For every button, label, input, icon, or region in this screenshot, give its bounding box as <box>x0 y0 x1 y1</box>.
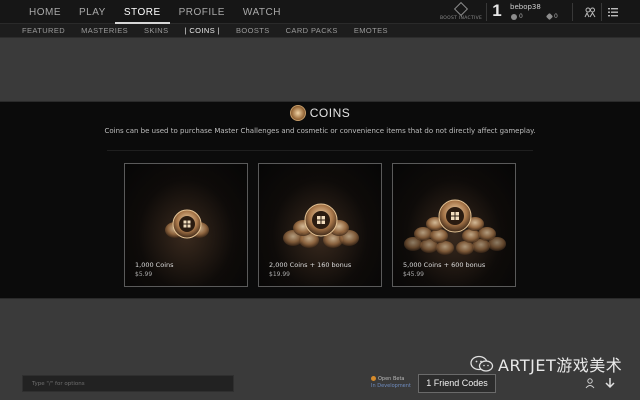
product-name: 2,000 Coins + 160 bonus <box>269 261 352 269</box>
boost-label: BOOST INACTIVE <box>440 16 483 21</box>
divider <box>107 150 533 151</box>
section-header: COINS <box>0 105 640 121</box>
divider <box>572 3 573 21</box>
wechat-logo-icon <box>470 355 494 372</box>
beta-title: Open Beta <box>378 376 405 382</box>
coin-stack-medium-icon <box>283 203 359 248</box>
tab-boosts[interactable]: BOOSTS <box>228 24 278 38</box>
tab-coins[interactable]: | COINS | <box>177 24 228 38</box>
watermark-text: ARTJET游戏美术 <box>498 356 623 375</box>
currency-a: 0 <box>511 13 523 20</box>
tab-masteries[interactable]: MASTERIES <box>73 24 136 38</box>
coin-icon <box>289 105 306 121</box>
section-description: Coins can be used to purchase Master Cha… <box>104 127 536 135</box>
nav-store[interactable]: STORE <box>114 0 170 24</box>
divider <box>486 3 487 21</box>
section-title: COINS <box>309 106 351 120</box>
coins-store-panel: COINS Coins can be used to purchase Mast… <box>0 101 640 299</box>
product-price: $19.99 <box>269 271 290 278</box>
beta-notice: Open Beta In Development <box>371 376 411 390</box>
menu-list-icon[interactable] <box>607 6 619 18</box>
store-sub-navigation: FEATURED MASTERIES SKINS | COINS | BOOST… <box>0 24 640 38</box>
product-price: $5.99 <box>135 271 153 278</box>
main-nav: HOME PLAY STORE PROFILE WATCH <box>20 0 290 24</box>
store-tabs: FEATURED MASTERIES SKINS | COINS | BOOST… <box>14 24 396 38</box>
watermark: ARTJET游戏美术 <box>470 352 622 376</box>
currency-a-value: 0 <box>519 13 523 20</box>
alert-icon <box>371 376 376 381</box>
product-name: 5,000 Coins + 600 bonus <box>403 261 486 269</box>
tab-featured[interactable]: FEATURED <box>14 24 73 38</box>
nav-profile[interactable]: PROFILE <box>170 0 234 24</box>
chat-input[interactable]: Type "/" for options <box>22 375 234 392</box>
currency-b-value: 0 <box>554 13 558 20</box>
gem-currency-icon <box>545 12 554 21</box>
product-price: $45.99 <box>403 271 424 278</box>
coin-stack-large-icon <box>404 199 506 255</box>
nav-play[interactable]: PLAY <box>70 0 115 24</box>
boost-icon <box>453 1 469 17</box>
beta-subtitle[interactable]: In Development <box>371 383 411 390</box>
currency-b: 0 <box>545 12 558 21</box>
tab-emotes[interactable]: EMOTES <box>346 24 396 38</box>
product-card-2000-coins[interactable]: 2,000 Coins + 160 bonus $19.99 <box>258 163 382 287</box>
boost-status[interactable]: BOOST INACTIVE <box>440 1 483 22</box>
product-card-5000-coins[interactable]: 5,000 Coins + 600 bonus $45.99 <box>392 163 516 287</box>
arrow-down-icon[interactable] <box>604 377 616 389</box>
coin-stack-small-icon <box>165 209 209 239</box>
nav-watch[interactable]: WATCH <box>234 0 290 24</box>
friends-icon[interactable] <box>584 6 596 18</box>
product-name: 1,000 Coins <box>135 261 174 269</box>
player-level: 1 <box>492 1 502 20</box>
product-card-1000-coins[interactable]: 1,000 Coins $5.99 <box>124 163 248 287</box>
nav-home[interactable]: HOME <box>20 0 70 24</box>
tab-skins[interactable]: SKINS <box>136 24 177 38</box>
username[interactable]: bebop38 <box>510 3 541 11</box>
top-navigation-bar: HOME PLAY STORE PROFILE WATCH BOOST INAC… <box>0 0 640 24</box>
tab-card-packs[interactable]: CARD PACKS <box>278 24 346 38</box>
coin-currency-icon <box>511 13 517 20</box>
divider <box>601 3 602 21</box>
social-icon[interactable] <box>584 377 596 389</box>
friend-codes-button[interactable]: 1 Friend Codes <box>418 374 496 393</box>
